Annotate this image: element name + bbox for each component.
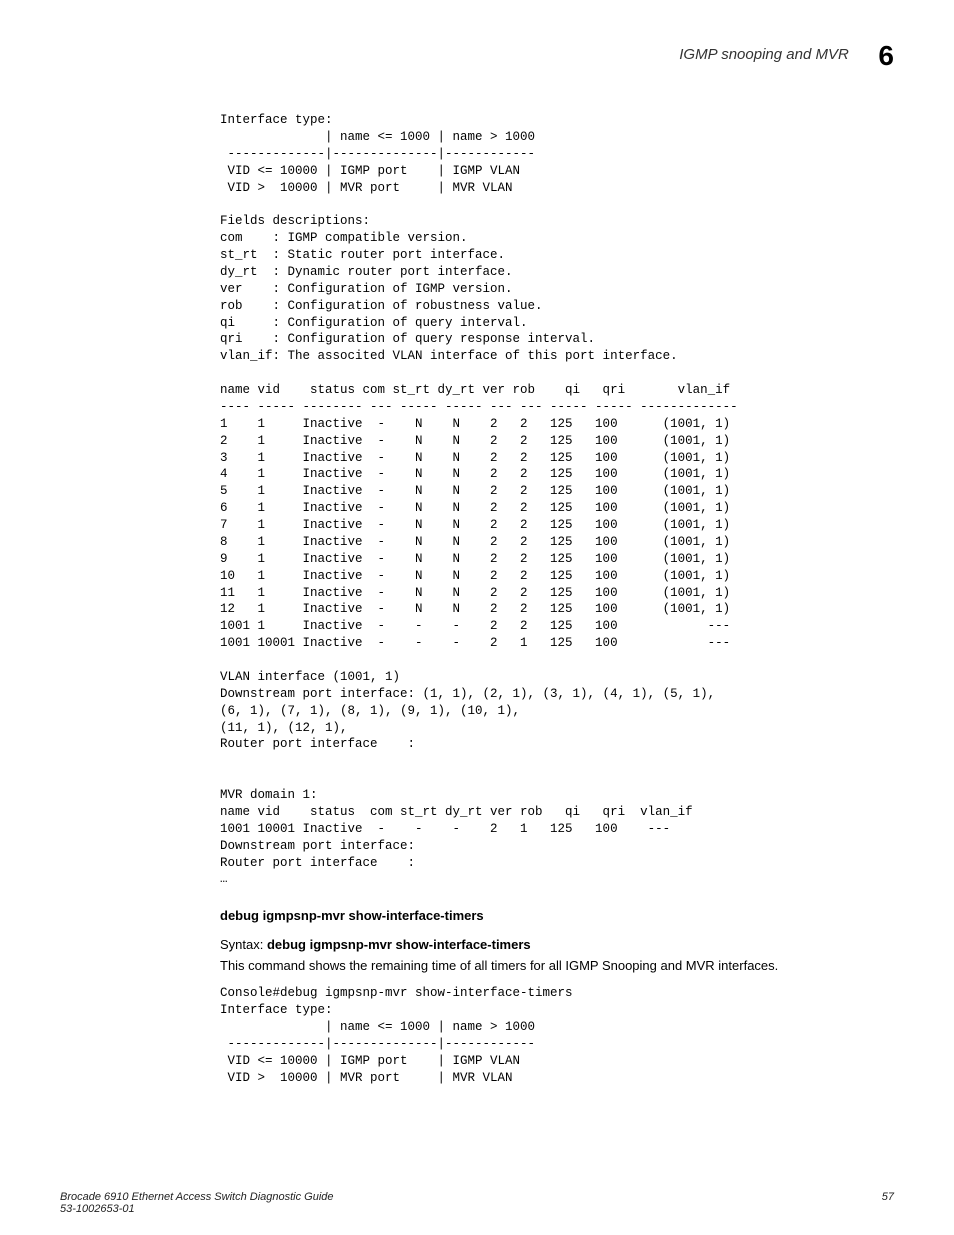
syntax-line: Syntax: debug igmpsnp-mvr show-interface… [220, 937, 894, 952]
code-block-2: Console#debug igmpsnp-mvr show-interface… [220, 985, 894, 1086]
section-heading-text: debug igmpsnp-mvr show-interface-timers [220, 908, 484, 923]
page: IGMP snooping and MVR 6 Interface type: … [0, 0, 954, 1235]
chapter-number: 6 [878, 40, 894, 71]
header-title: IGMP snooping and MVR [679, 46, 849, 63]
footer-line2: 53-1002653-01 [60, 1203, 894, 1215]
syntax-command: debug igmpsnp-mvr show-interface-timers [267, 937, 531, 952]
section-description: This command shows the remaining time of… [220, 958, 894, 973]
code-block-1: Interface type: | name <= 1000 | name > … [220, 112, 894, 888]
page-header: IGMP snooping and MVR 6 [60, 40, 894, 72]
footer-line1: Brocade 6910 Ethernet Access Switch Diag… [60, 1191, 894, 1203]
section-heading: debug igmpsnp-mvr show-interface-timers [220, 908, 894, 923]
syntax-label: Syntax: [220, 937, 263, 952]
page-number: 57 [882, 1191, 894, 1203]
page-footer: 57 Brocade 6910 Ethernet Access Switch D… [60, 1191, 894, 1215]
